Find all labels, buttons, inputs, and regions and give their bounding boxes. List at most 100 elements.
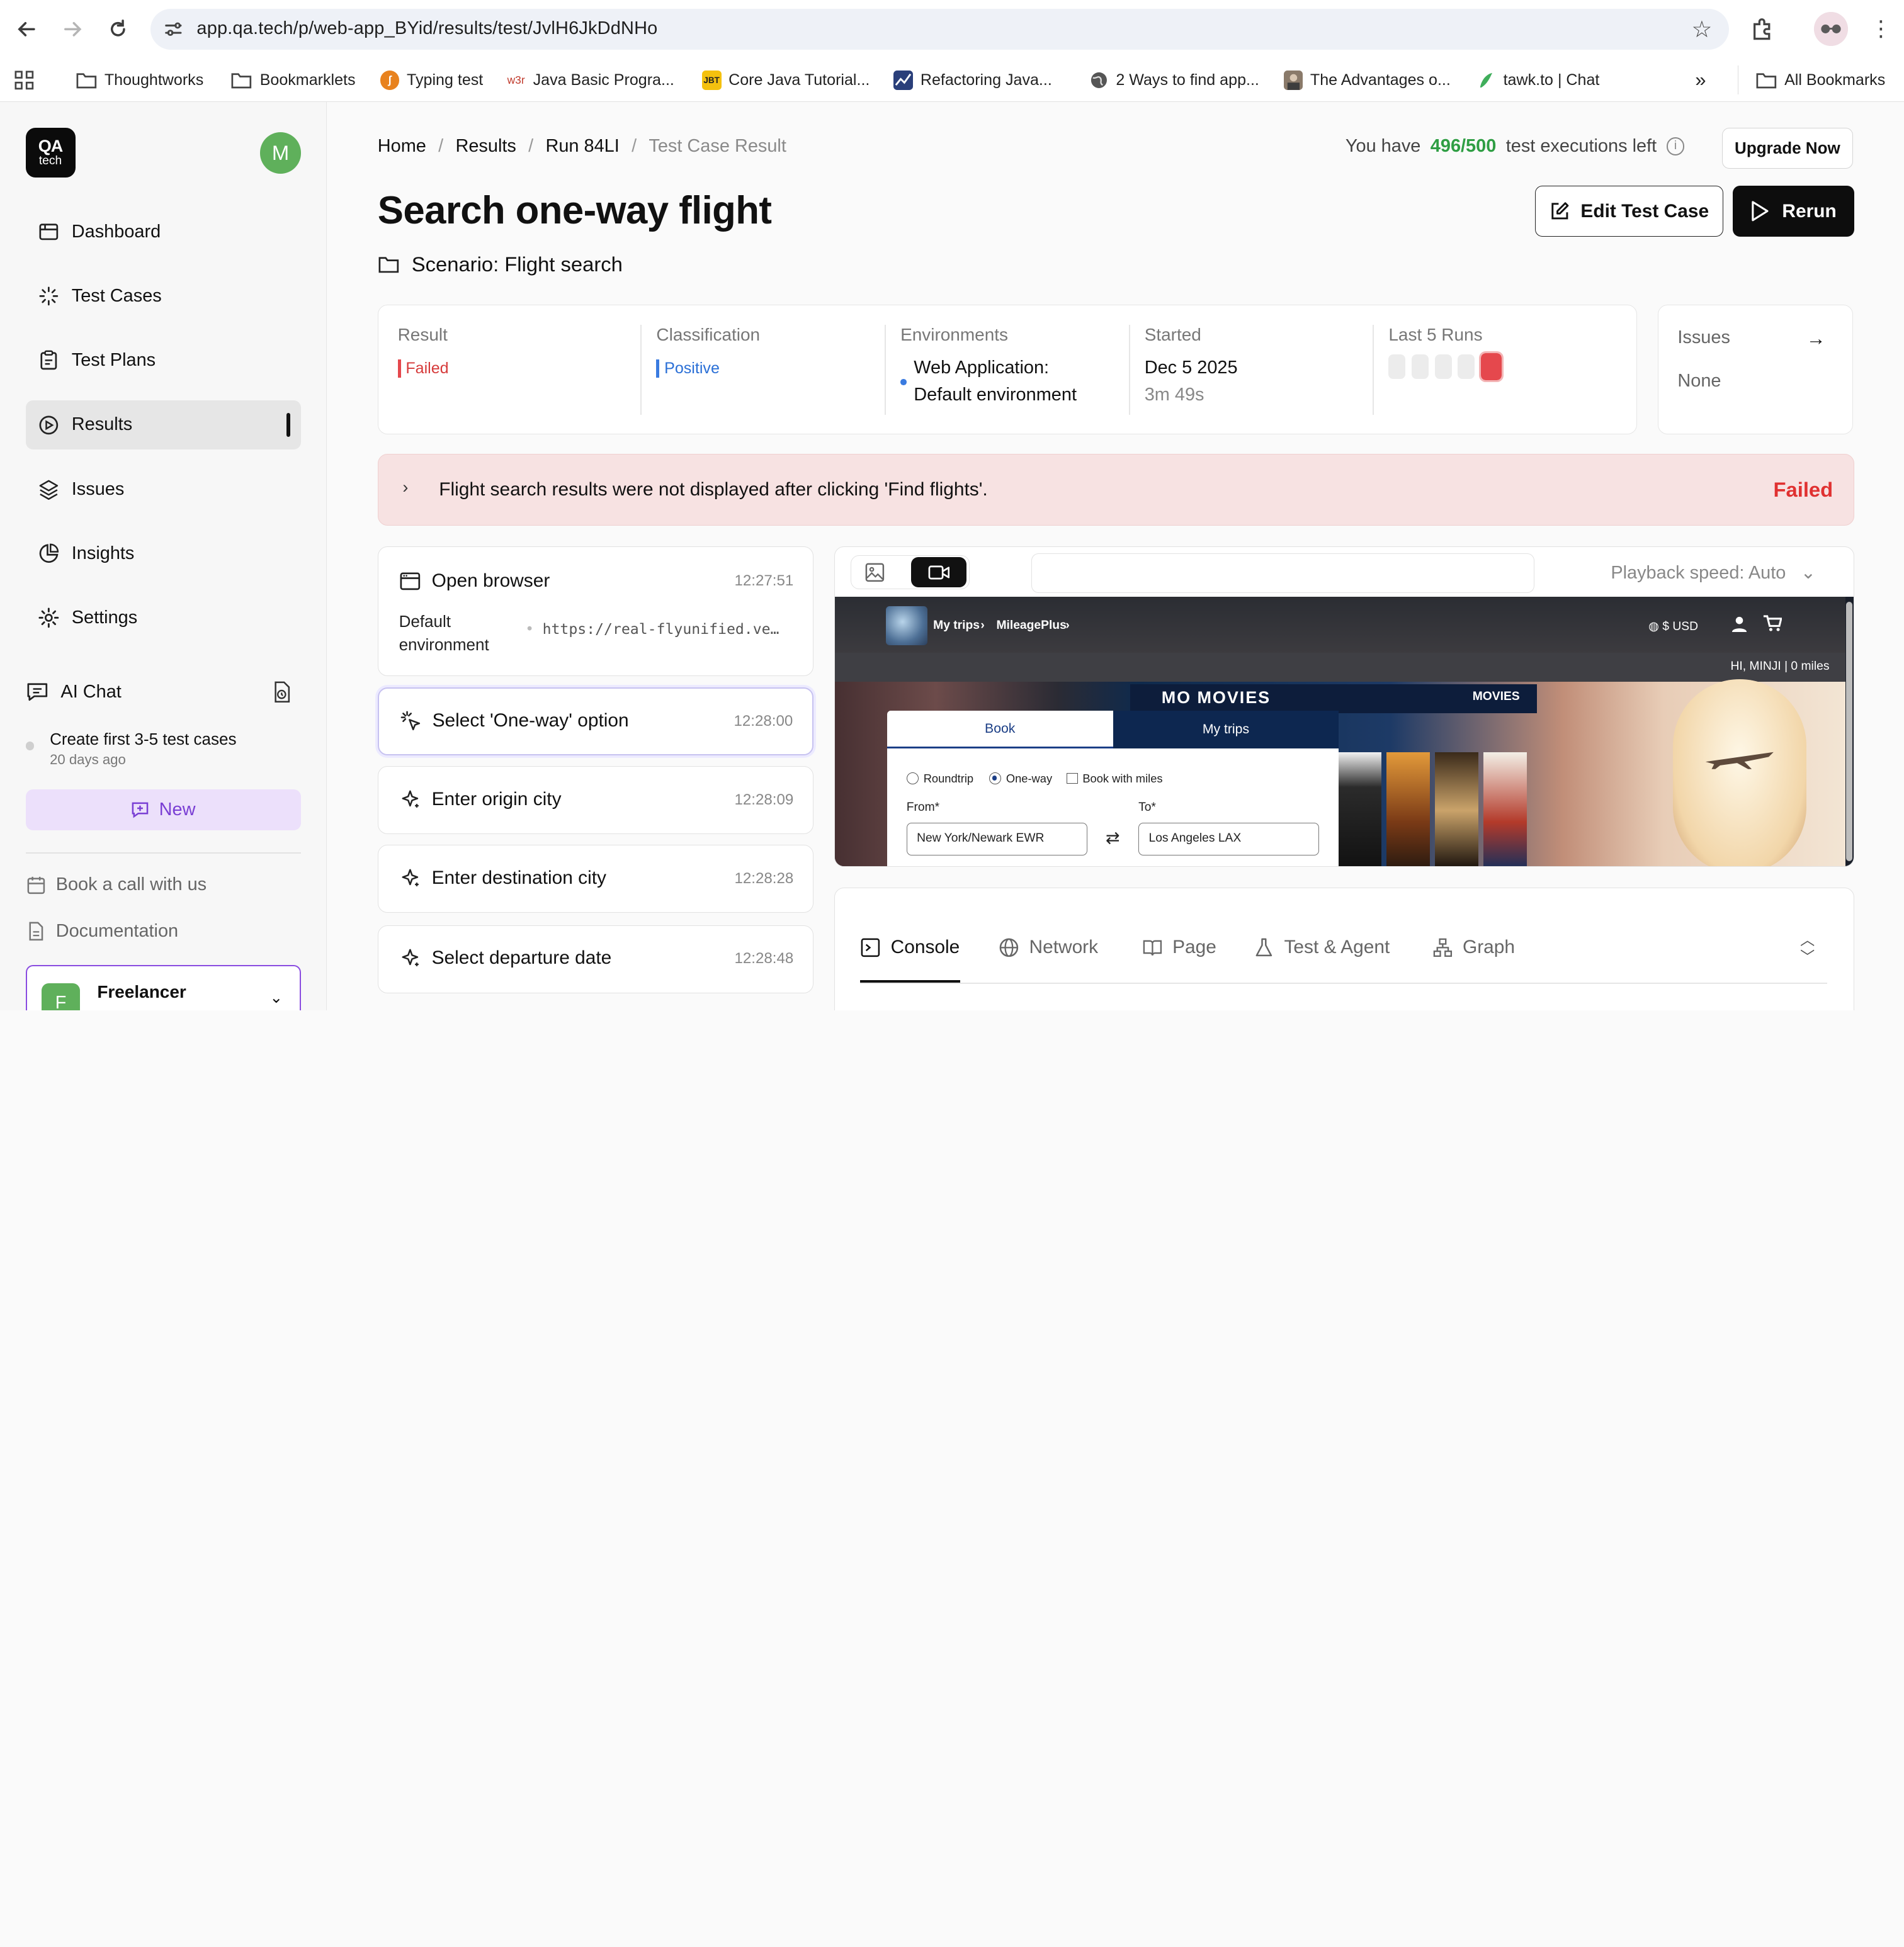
extensions-icon[interactable] xyxy=(1748,14,1777,43)
sidebar-item-issues[interactable]: Issues xyxy=(26,465,302,514)
breadcrumb-separator: / xyxy=(438,136,444,156)
video-frame[interactable]: My trips › MileagePlus › ◍ $ USD HI, MIN… xyxy=(834,596,1854,867)
radio-selected-icon xyxy=(989,772,1002,785)
user-icon xyxy=(1732,616,1747,632)
bookmark-label: tawk.to | Chat xyxy=(1503,71,1600,89)
chat-history-icon[interactable] xyxy=(269,680,294,704)
step-item[interactable]: Enter destination city 12:28:28 xyxy=(377,845,814,913)
w3r-icon: w3r xyxy=(507,73,525,86)
bookmark-star-icon[interactable]: ☆ xyxy=(1691,16,1712,43)
browser-menu-icon[interactable]: ⋮ xyxy=(1870,14,1892,43)
all-bookmarks[interactable]: All Bookmarks xyxy=(1737,65,1885,95)
step-item-selected[interactable]: Select 'One-way' option 12:28:00 xyxy=(377,687,814,755)
org-badge: F xyxy=(41,983,81,1010)
sidebar-item-settings[interactable]: Settings xyxy=(26,594,302,642)
bookmark-find-app[interactable]: 2 Ways to find app... xyxy=(1089,65,1259,94)
bookmark-java-basic[interactable]: w3r Java Basic Progra... xyxy=(506,65,674,94)
upgrade-button[interactable]: Upgrade Now xyxy=(1721,127,1854,169)
edit-test-case-button[interactable]: Edit Test Case xyxy=(1534,186,1723,237)
site-header: My trips › MileagePlus › ◍ $ USD xyxy=(834,596,1845,653)
documentation-link[interactable]: Documentation xyxy=(26,917,302,945)
address-bar[interactable]: app.qa.tech/p/web-app_BYid/results/test/… xyxy=(150,8,1730,50)
image-icon[interactable] xyxy=(864,562,885,583)
step-item[interactable]: Enter origin city 12:28:09 xyxy=(377,765,814,834)
bookmark-label: 2 Ways to find app... xyxy=(1116,71,1259,89)
step-detail-url: https://real-flyunified.ve… xyxy=(525,621,779,638)
logo-line2: tech xyxy=(38,154,62,167)
qa-tech-logo[interactable]: QA tech xyxy=(25,127,76,178)
bookmark-thoughtworks[interactable]: Thoughtworks xyxy=(76,65,203,94)
bookmark-label: Refactoring Java... xyxy=(920,71,1052,89)
run-indicator-failed[interactable] xyxy=(1478,351,1504,382)
chevron-right-icon[interactable]: › xyxy=(402,478,408,497)
result-label: Result xyxy=(397,324,448,344)
info-icon[interactable]: i xyxy=(1666,137,1685,155)
run-indicator[interactable] xyxy=(1458,354,1475,379)
browser-profile-avatar[interactable] xyxy=(1814,12,1849,47)
expand-collapse-icon[interactable]: ︿ ﹀ xyxy=(1798,932,1817,968)
sidebar-item-insights[interactable]: Insights xyxy=(26,529,302,578)
avatar[interactable]: M xyxy=(259,132,302,174)
bookmark-refactoring[interactable]: Refactoring Java... xyxy=(893,65,1052,94)
tab-graph[interactable]: Graph xyxy=(1432,937,1515,958)
form-tab-trips: My trips xyxy=(1113,711,1339,748)
run-indicator[interactable] xyxy=(1434,354,1452,379)
breadcrumb-run[interactable]: Run 84LI xyxy=(545,136,619,157)
bookmark-advantages[interactable]: The Advantages o... xyxy=(1283,65,1451,94)
page-title: Search one-way flight xyxy=(377,188,772,232)
tab-console[interactable]: Console xyxy=(860,937,960,958)
edit-icon xyxy=(1551,202,1569,220)
new-chat-label: New xyxy=(159,799,196,820)
new-chat-icon xyxy=(132,802,149,818)
sidebar-item-results[interactable]: Results xyxy=(25,400,302,449)
form-tabs: Book My trips xyxy=(887,711,1339,748)
sparkle-icon xyxy=(402,949,419,967)
sidebar-item-dashboard[interactable]: Dashboard xyxy=(26,208,302,256)
playback-speed-select[interactable]: Playback speed: Auto ⌄ xyxy=(1611,562,1816,584)
site-settings-icon[interactable] xyxy=(162,18,184,40)
arrow-right-icon[interactable]: → xyxy=(1806,327,1826,350)
last-runs-indicators xyxy=(1388,351,1504,382)
breadcrumb-separator: / xyxy=(528,136,534,156)
breadcrumb-home[interactable]: Home xyxy=(378,136,426,157)
run-indicator[interactable] xyxy=(1388,354,1406,379)
forward-icon[interactable] xyxy=(59,14,88,43)
movies-title: MO MOVIES xyxy=(1161,687,1271,707)
issues-card[interactable]: Issues → None xyxy=(1657,305,1854,435)
timeline-bar[interactable] xyxy=(1031,553,1534,594)
sidebar-item-label: Settings xyxy=(71,607,138,628)
run-indicator[interactable] xyxy=(1412,354,1429,379)
sidebar-item-test-plans[interactable]: Test Plans xyxy=(26,336,302,385)
failure-banner[interactable]: › Flight search results were not display… xyxy=(377,454,1854,526)
rerun-button[interactable]: Rerun xyxy=(1733,186,1854,237)
breadcrumb-results[interactable]: Results xyxy=(455,136,516,157)
ai-chat-header[interactable]: AI Chat xyxy=(26,677,302,706)
cart-icon xyxy=(1764,615,1782,631)
apps-grid-icon[interactable] xyxy=(13,65,35,94)
organization-switcher[interactable]: F Freelancer ⌄ xyxy=(25,965,302,1010)
tab-label: Console xyxy=(890,936,960,957)
tab-test-agent[interactable]: Test & Agent xyxy=(1254,937,1390,958)
bookmark-core-java[interactable]: JBT Core Java Tutorial... xyxy=(701,65,870,94)
new-chat-button[interactable]: New xyxy=(25,789,302,831)
sidebar-item-test-cases[interactable]: Test Cases xyxy=(26,272,302,320)
scenario-label[interactable]: Scenario: Flight search xyxy=(378,252,623,276)
more-bookmarks-icon[interactable]: » xyxy=(1695,65,1706,94)
step-item[interactable]: Select departure date 12:28:48 xyxy=(377,925,814,993)
reload-icon[interactable] xyxy=(103,14,132,43)
bookmark-tawk[interactable]: tawk.to | Chat xyxy=(1476,65,1599,94)
debug-tabs-panel: Console Network Page Test & Agent Graph … xyxy=(834,887,1854,1010)
step-item[interactable]: Open browser 12:27:51 Default environmen… xyxy=(377,546,814,677)
video-mode-button[interactable] xyxy=(910,557,967,588)
edit-button-label: Edit Test Case xyxy=(1580,200,1709,222)
bookmark-bookmarklets[interactable]: Bookmarklets xyxy=(230,65,356,94)
book-call-link[interactable]: Book a call with us xyxy=(26,871,302,900)
tab-page[interactable]: Page xyxy=(1142,937,1216,958)
step-time: 12:28:28 xyxy=(734,869,794,887)
tab-network[interactable]: Network xyxy=(999,937,1098,958)
back-icon[interactable] xyxy=(12,14,41,43)
sidebar-item-label: Insights xyxy=(71,543,135,563)
classification-badge: Positive xyxy=(656,359,760,378)
issues-icon xyxy=(39,480,58,500)
bookmark-typing-test[interactable]: ʃ Typing test xyxy=(380,65,483,94)
